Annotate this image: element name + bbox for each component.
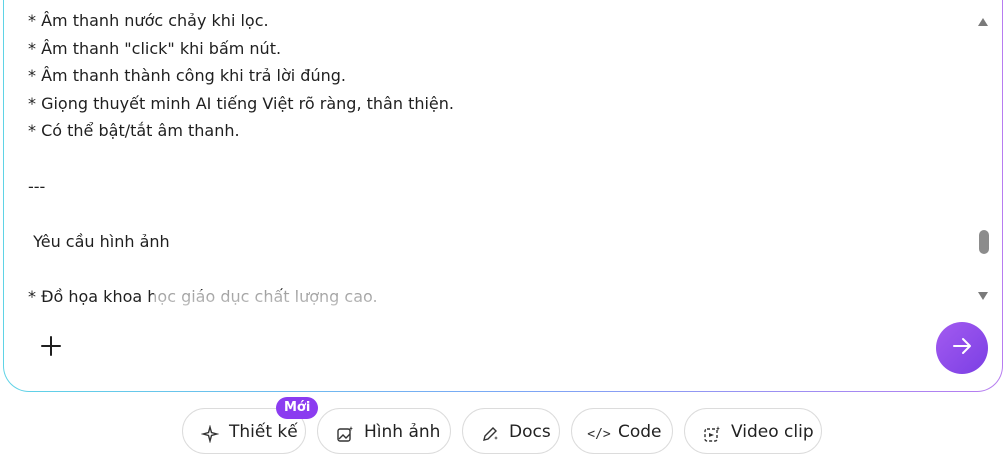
chip-video[interactable]: Video clip	[684, 408, 822, 454]
arrow-right-icon	[951, 335, 973, 361]
text-line	[28, 255, 958, 283]
scroll-down-arrow-icon[interactable]	[976, 290, 990, 302]
prompt-textarea[interactable]: * Âm thanh nước chảy khi lọc. * Âm thanh…	[28, 0, 958, 308]
chip-label: Hình ảnh	[364, 422, 441, 442]
sparkle-icon	[199, 423, 221, 445]
code-icon: </>	[587, 426, 611, 442]
prompt-composer: * Âm thanh nước chảy khi lọc. * Âm thanh…	[3, 0, 1003, 392]
text-line	[28, 200, 958, 228]
chip-docs[interactable]: Docs	[462, 408, 560, 454]
send-button[interactable]	[936, 322, 988, 374]
text-line: ---	[28, 176, 46, 196]
scrollbar-thumb[interactable]	[979, 230, 989, 254]
image-sparkle-icon	[334, 423, 356, 445]
text-line: * Giọng thuyết minh AI tiếng Việt rõ ràn…	[28, 93, 454, 113]
text-line: * Âm thanh nước chảy khi lọc.	[28, 11, 269, 30]
chip-code[interactable]: </> Code	[571, 408, 673, 454]
text-line: Yêu cầu hình ảnh	[28, 231, 170, 251]
video-sparkle-icon	[701, 423, 723, 445]
scroll-up-arrow-icon[interactable]	[976, 16, 990, 28]
add-attachment-button[interactable]	[34, 331, 68, 365]
text-line	[28, 145, 958, 173]
chip-image[interactable]: Hình ảnh	[317, 408, 451, 454]
text-line: * Có thể bật/tắt âm thanh.	[28, 121, 240, 141]
chip-label: Code	[618, 422, 662, 442]
chip-label: Video clip	[731, 422, 814, 442]
text-line: * Âm thanh "click" khi bấm nút.	[28, 38, 282, 58]
plus-icon	[40, 335, 62, 361]
text-fade-overlay	[154, 290, 379, 330]
text-line: * Âm thanh thành công khi trả lời đúng.	[28, 66, 346, 86]
chip-label: Thiết kế	[229, 422, 298, 442]
pen-sparkle-icon	[479, 423, 501, 445]
new-badge: Mới	[276, 397, 319, 419]
chip-label: Docs	[509, 422, 551, 442]
